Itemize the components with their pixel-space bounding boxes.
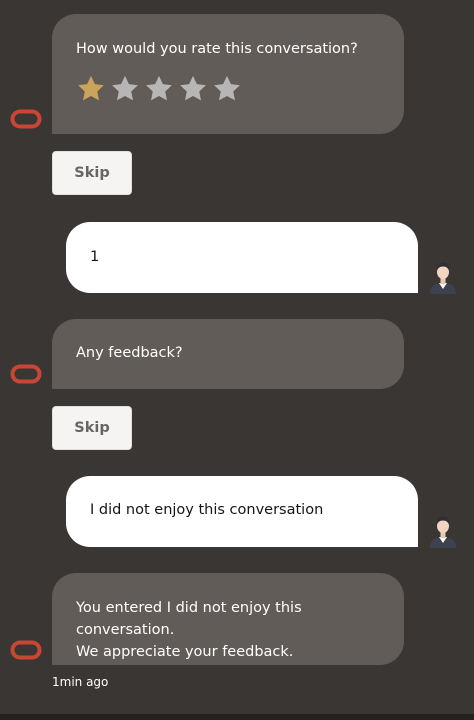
user-message-feedback: I did not enjoy this conversation xyxy=(66,476,418,547)
star-2-icon[interactable] xyxy=(110,74,140,104)
bot-message-rating: How would you rate this conversation? xyxy=(52,14,404,134)
skip-rating-button[interactable]: Skip xyxy=(52,151,132,195)
feedback-prompt-text: Any feedback? xyxy=(76,345,183,361)
confirmation-line-1: You entered I did not enjoy this convers… xyxy=(76,600,302,638)
message-timestamp: 1min ago xyxy=(52,675,109,689)
user-message-rating: 1 xyxy=(66,222,418,293)
bot-message-confirmation: You entered I did not enjoy this convers… xyxy=(52,573,404,665)
star-5-icon[interactable] xyxy=(212,74,242,104)
skip-feedback-button[interactable]: Skip xyxy=(52,406,132,450)
confirmation-line-2: We appreciate your feedback. xyxy=(76,644,294,660)
rating-prompt-text: How would you rate this conversation? xyxy=(76,41,358,57)
star-1-icon[interactable] xyxy=(76,74,106,104)
user-avatar-icon xyxy=(430,516,456,548)
star-rating[interactable] xyxy=(76,74,380,104)
star-3-icon[interactable] xyxy=(144,74,174,104)
user-rating-text: 1 xyxy=(90,249,100,265)
chat-conversation: How would you rate this conversation? Sk… xyxy=(0,0,474,720)
user-feedback-text: I did not enjoy this conversation xyxy=(90,502,324,518)
oracle-ring-icon xyxy=(10,109,42,129)
user-avatar-icon xyxy=(430,262,456,294)
bottom-bar xyxy=(0,714,474,720)
oracle-ring-icon xyxy=(10,364,42,384)
star-4-icon[interactable] xyxy=(178,74,208,104)
bot-message-feedback: Any feedback? xyxy=(52,319,404,389)
oracle-ring-icon xyxy=(10,640,42,660)
